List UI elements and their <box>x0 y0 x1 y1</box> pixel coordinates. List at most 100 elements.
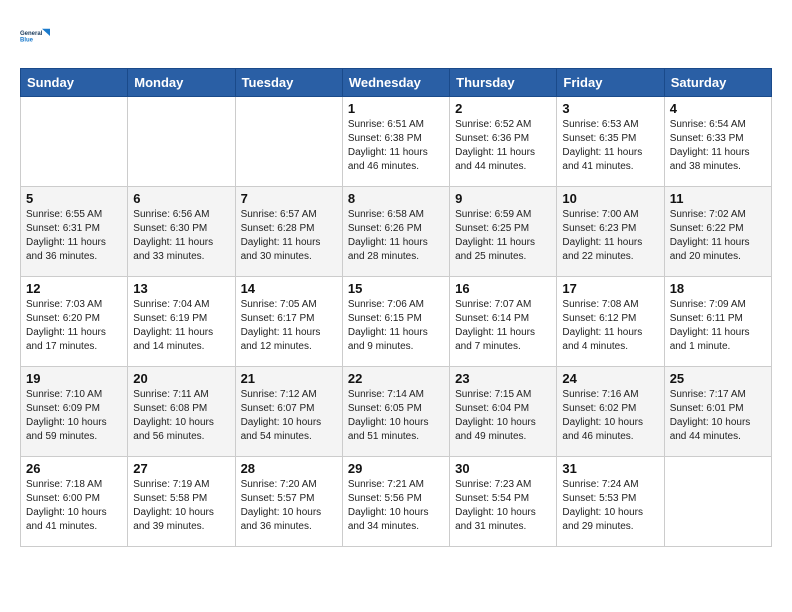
day-info: Sunrise: 6:55 AM Sunset: 6:31 PM Dayligh… <box>26 208 122 264</box>
page-header: GeneralBlue <box>20 20 772 52</box>
day-number: 8 <box>348 191 444 206</box>
calendar-cell: 20Sunrise: 7:11 AM Sunset: 6:08 PM Dayli… <box>128 367 235 457</box>
day-header-wednesday: Wednesday <box>342 69 449 97</box>
calendar-cell: 4 Sunrise: 6:54 AM Sunset: 6:33 PM Daylig… <box>664 97 771 187</box>
calendar-cell: 27 Sunrise: 7:19 AM Sunset: 5:58 PM Dayli… <box>128 457 235 547</box>
calendar-cell: 7Sunrise: 6:57 AM Sunset: 6:28 PM Daylig… <box>235 187 342 277</box>
logo: GeneralBlue <box>20 20 52 52</box>
day-info: Sunrise: 6:52 AM Sunset: 6:36 PM Dayligh… <box>455 118 551 174</box>
day-number: 1 <box>348 101 444 116</box>
day-info: Sunrise: 7:00 AM Sunset: 6:23 PM Dayligh… <box>562 208 658 264</box>
logo-icon: GeneralBlue <box>20 20 52 52</box>
day-info: Sunrise: 7:03 AM Sunset: 6:20 PM Dayligh… <box>26 298 122 354</box>
day-header-saturday: Saturday <box>664 69 771 97</box>
calendar-week-3: 12 Sunrise: 7:03 AM Sunset: 6:20 PM Dayli… <box>21 277 772 367</box>
day-number: 31 <box>562 461 658 476</box>
day-info: Sunrise: 7:02 AM Sunset: 6:22 PM Dayligh… <box>670 208 766 264</box>
calendar-cell: 28 Sunrise: 7:20 AM Sunset: 5:57 PM Dayli… <box>235 457 342 547</box>
calendar-cell: 1 Sunrise: 6:51 AM Sunset: 6:38 PM Daylig… <box>342 97 449 187</box>
calendar-cell: 15 Sunrise: 7:06 AM Sunset: 6:15 PM Dayli… <box>342 277 449 367</box>
calendar-cell <box>664 457 771 547</box>
calendar-cell <box>21 97 128 187</box>
day-number: 7 <box>241 191 337 206</box>
day-number: 26 <box>26 461 122 476</box>
day-header-tuesday: Tuesday <box>235 69 342 97</box>
day-number: 14 <box>241 281 337 296</box>
day-number: 2 <box>455 101 551 116</box>
calendar-cell: 9Sunrise: 6:59 AM Sunset: 6:25 PM Daylig… <box>450 187 557 277</box>
day-info: Sunrise: 7:20 AM Sunset: 5:57 PM Dayligh… <box>241 478 337 534</box>
day-info: Sunrise: 6:53 AM Sunset: 6:35 PM Dayligh… <box>562 118 658 174</box>
calendar-cell <box>235 97 342 187</box>
day-number: 20 <box>133 371 229 386</box>
day-number: 21 <box>241 371 337 386</box>
day-number: 16 <box>455 281 551 296</box>
calendar-week-1: 1 Sunrise: 6:51 AM Sunset: 6:38 PM Daylig… <box>21 97 772 187</box>
calendar-cell: 24Sunrise: 7:16 AM Sunset: 6:02 PM Dayli… <box>557 367 664 457</box>
day-number: 6 <box>133 191 229 206</box>
calendar-table: SundayMondayTuesdayWednesdayThursdayFrid… <box>20 68 772 547</box>
day-info: Sunrise: 7:16 AM Sunset: 6:02 PM Dayligh… <box>562 388 658 444</box>
calendar-cell: 31 Sunrise: 7:24 AM Sunset: 5:53 PM Dayli… <box>557 457 664 547</box>
day-number: 22 <box>348 371 444 386</box>
day-info: Sunrise: 7:18 AM Sunset: 6:00 PM Dayligh… <box>26 478 122 534</box>
calendar-week-5: 26 Sunrise: 7:18 AM Sunset: 6:00 PM Dayli… <box>21 457 772 547</box>
day-number: 12 <box>26 281 122 296</box>
calendar-cell: 17 Sunrise: 7:08 AM Sunset: 6:12 PM Dayli… <box>557 277 664 367</box>
day-info: Sunrise: 7:10 AM Sunset: 6:09 PM Dayligh… <box>26 388 122 444</box>
day-number: 28 <box>241 461 337 476</box>
day-info: Sunrise: 7:12 AM Sunset: 6:07 PM Dayligh… <box>241 388 337 444</box>
calendar-cell: 16Sunrise: 7:07 AM Sunset: 6:14 PM Dayli… <box>450 277 557 367</box>
calendar-week-4: 19 Sunrise: 7:10 AM Sunset: 6:09 PM Dayli… <box>21 367 772 457</box>
calendar-header-row: SundayMondayTuesdayWednesdayThursdayFrid… <box>21 69 772 97</box>
calendar-week-2: 5 Sunrise: 6:55 AM Sunset: 6:31 PM Daylig… <box>21 187 772 277</box>
day-info: Sunrise: 7:15 AM Sunset: 6:04 PM Dayligh… <box>455 388 551 444</box>
day-number: 29 <box>348 461 444 476</box>
day-number: 10 <box>562 191 658 206</box>
calendar-cell: 18 Sunrise: 7:09 AM Sunset: 6:11 PM Dayli… <box>664 277 771 367</box>
day-number: 15 <box>348 281 444 296</box>
day-number: 3 <box>562 101 658 116</box>
calendar-cell: 13Sunrise: 7:04 AM Sunset: 6:19 PM Dayli… <box>128 277 235 367</box>
day-number: 19 <box>26 371 122 386</box>
calendar-cell: 5 Sunrise: 6:55 AM Sunset: 6:31 PM Daylig… <box>21 187 128 277</box>
calendar-cell: 14Sunrise: 7:05 AM Sunset: 6:17 PM Dayli… <box>235 277 342 367</box>
day-number: 23 <box>455 371 551 386</box>
day-info: Sunrise: 7:17 AM Sunset: 6:01 PM Dayligh… <box>670 388 766 444</box>
day-header-monday: Monday <box>128 69 235 97</box>
day-number: 18 <box>670 281 766 296</box>
calendar-cell: 12 Sunrise: 7:03 AM Sunset: 6:20 PM Dayli… <box>21 277 128 367</box>
calendar-cell: 10 Sunrise: 7:00 AM Sunset: 6:23 PM Dayli… <box>557 187 664 277</box>
day-info: Sunrise: 7:08 AM Sunset: 6:12 PM Dayligh… <box>562 298 658 354</box>
svg-text:General: General <box>20 31 43 37</box>
day-number: 5 <box>26 191 122 206</box>
day-number: 17 <box>562 281 658 296</box>
calendar-cell: 22 Sunrise: 7:14 AM Sunset: 6:05 PM Dayli… <box>342 367 449 457</box>
day-info: Sunrise: 6:51 AM Sunset: 6:38 PM Dayligh… <box>348 118 444 174</box>
day-number: 9 <box>455 191 551 206</box>
day-info: Sunrise: 7:23 AM Sunset: 5:54 PM Dayligh… <box>455 478 551 534</box>
day-number: 4 <box>670 101 766 116</box>
svg-text:Blue: Blue <box>20 38 34 44</box>
day-info: Sunrise: 7:06 AM Sunset: 6:15 PM Dayligh… <box>348 298 444 354</box>
day-info: Sunrise: 6:56 AM Sunset: 6:30 PM Dayligh… <box>133 208 229 264</box>
calendar-cell: 11Sunrise: 7:02 AM Sunset: 6:22 PM Dayli… <box>664 187 771 277</box>
day-info: Sunrise: 7:19 AM Sunset: 5:58 PM Dayligh… <box>133 478 229 534</box>
day-info: Sunrise: 7:04 AM Sunset: 6:19 PM Dayligh… <box>133 298 229 354</box>
calendar-cell: 8 Sunrise: 6:58 AM Sunset: 6:26 PM Daylig… <box>342 187 449 277</box>
day-info: Sunrise: 6:58 AM Sunset: 6:26 PM Dayligh… <box>348 208 444 264</box>
calendar-cell: 26 Sunrise: 7:18 AM Sunset: 6:00 PM Dayli… <box>21 457 128 547</box>
day-number: 27 <box>133 461 229 476</box>
day-header-sunday: Sunday <box>21 69 128 97</box>
day-number: 25 <box>670 371 766 386</box>
day-info: Sunrise: 7:14 AM Sunset: 6:05 PM Dayligh… <box>348 388 444 444</box>
calendar-cell: 2 Sunrise: 6:52 AM Sunset: 6:36 PM Daylig… <box>450 97 557 187</box>
calendar-cell: 3 Sunrise: 6:53 AM Sunset: 6:35 PM Daylig… <box>557 97 664 187</box>
day-info: Sunrise: 7:09 AM Sunset: 6:11 PM Dayligh… <box>670 298 766 354</box>
day-header-friday: Friday <box>557 69 664 97</box>
day-info: Sunrise: 7:21 AM Sunset: 5:56 PM Dayligh… <box>348 478 444 534</box>
calendar-cell: 23 Sunrise: 7:15 AM Sunset: 6:04 PM Dayli… <box>450 367 557 457</box>
day-info: Sunrise: 7:24 AM Sunset: 5:53 PM Dayligh… <box>562 478 658 534</box>
day-info: Sunrise: 6:54 AM Sunset: 6:33 PM Dayligh… <box>670 118 766 174</box>
calendar-cell: 25 Sunrise: 7:17 AM Sunset: 6:01 PM Dayli… <box>664 367 771 457</box>
